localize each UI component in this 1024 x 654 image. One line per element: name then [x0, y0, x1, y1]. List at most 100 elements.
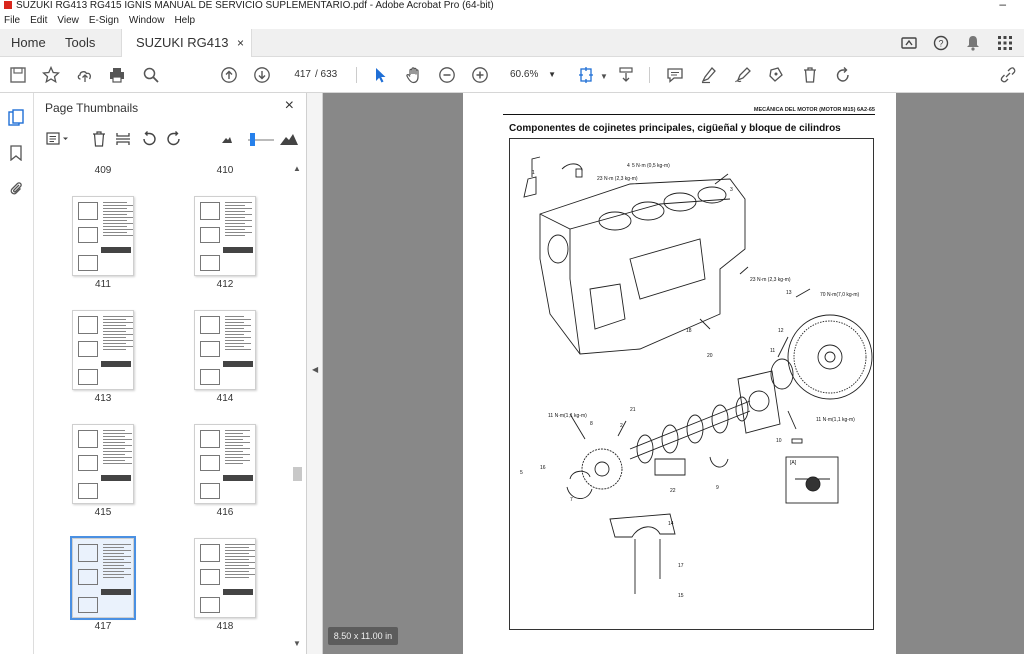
main-toolbar: 417 / 633 60.6% ▼ ▼: [0, 57, 1024, 93]
previous-page-icon[interactable]: [219, 65, 239, 85]
thumbnail-list[interactable]: 409 410 411 412 413 414 415 416 417 418: [35, 163, 291, 653]
page-thumbnail[interactable]: [72, 424, 134, 504]
apps-grid-icon[interactable]: [996, 34, 1014, 52]
print-icon[interactable]: [107, 65, 127, 85]
page-thumbnail[interactable]: [72, 196, 134, 276]
thumbnail-figure: [78, 341, 98, 357]
thumbnail-text-line: [225, 346, 244, 347]
thumbnail-text-line: [103, 205, 133, 206]
save-icon[interactable]: [8, 65, 28, 85]
scrollbar-thumb[interactable]: [293, 467, 302, 481]
panel-splitter[interactable]: ◀: [307, 93, 323, 654]
delete-pages-icon[interactable]: [90, 130, 108, 148]
thumbnail-text-line: [103, 229, 133, 230]
page-thumbnail[interactable]: [70, 536, 136, 620]
scroll-mode-icon[interactable]: [616, 65, 636, 85]
page-thumbnail[interactable]: [194, 424, 256, 504]
page-thumbnail[interactable]: [194, 538, 256, 618]
scroll-up-arrow-icon[interactable]: ▲: [293, 164, 301, 173]
thumbnail-text-line: [225, 556, 255, 557]
next-page-icon[interactable]: [252, 65, 272, 85]
thumbnail-text-line: [103, 553, 124, 554]
help-icon[interactable]: ?: [932, 34, 950, 52]
page-fit-chevron-icon[interactable]: ▼: [594, 66, 614, 86]
thumbnail-options-icon[interactable]: [45, 130, 71, 148]
rotate-icon[interactable]: [833, 65, 853, 85]
zoom-out-thumbnails-icon[interactable]: [218, 130, 236, 148]
menu-view[interactable]: View: [57, 15, 79, 26]
collapse-panel-arrow-icon[interactable]: ◀: [312, 365, 318, 374]
thumbnail-page-number: 415: [94, 507, 112, 518]
stamp-icon[interactable]: [766, 65, 786, 85]
callout-5: 23 N·m (2,3 kg-m): [750, 277, 791, 283]
sign-pen-icon[interactable]: [733, 65, 753, 85]
bookmark-star-icon[interactable]: [41, 65, 61, 85]
attachments-paperclip-icon[interactable]: [7, 179, 25, 197]
zoom-in-icon[interactable]: [470, 65, 490, 85]
page-fit-icon[interactable]: [576, 65, 596, 85]
svg-text:?: ?: [938, 39, 943, 49]
tab-bar: Home Tools SUZUKI RG413 RG... × ?: [0, 29, 1024, 78]
minimize-button[interactable]: –: [999, 0, 1006, 10]
page-thumbnail[interactable]: [194, 310, 256, 390]
callout-20: 17: [678, 563, 684, 569]
rotate-left-icon[interactable]: [140, 130, 158, 148]
thumbnail-text-line: [103, 340, 133, 341]
thumbnail-text-line: [103, 442, 125, 443]
thumbnail-text-line: [225, 337, 251, 338]
thumbnail-figure: [200, 597, 220, 613]
highlight-pen-icon[interactable]: [699, 65, 719, 85]
thumbnail-text-line: [103, 334, 133, 335]
share-screen-icon[interactable]: [900, 34, 918, 52]
delete-trash-icon[interactable]: [800, 65, 820, 85]
zoom-out-icon[interactable]: [437, 65, 457, 85]
upload-cloud-icon[interactable]: [75, 65, 95, 85]
notification-bell-icon[interactable]: [964, 34, 982, 52]
thumbnail-text-line: [225, 565, 249, 566]
callout-11: 11: [770, 348, 775, 354]
thumbnail-size-slider-knob[interactable]: [250, 133, 255, 146]
thumbnail-text-line: [225, 232, 252, 233]
thumbnail-text-line: [103, 211, 133, 212]
thumbnail-size-slider[interactable]: [248, 133, 274, 146]
zoom-level-dropdown[interactable]: 60.6% ▼: [506, 66, 558, 84]
insert-pages-icon[interactable]: [114, 130, 132, 148]
bookmarks-icon[interactable]: [7, 144, 25, 162]
tab-close-icon[interactable]: ×: [237, 29, 244, 57]
panel-title: Page Thumbnails: [45, 101, 139, 115]
thumbnail-page-number: 414: [216, 393, 234, 404]
thumbnail-text-line: [225, 463, 243, 464]
thumbnail-text-line: [103, 463, 132, 464]
zoom-search-icon[interactable]: [141, 65, 161, 85]
thumbnail-figure: [78, 569, 98, 585]
thumbnail-text-line: [225, 574, 255, 575]
thumbnail-table: [101, 361, 131, 367]
callout-22: 16: [540, 465, 546, 471]
thumbnail-scrollbar[interactable]: ▲ ▼: [291, 162, 303, 650]
comment-icon[interactable]: [665, 65, 685, 85]
thumbnail-text-line: [103, 322, 133, 323]
link-tool-icon[interactable]: [998, 65, 1018, 85]
tab-tools[interactable]: Tools: [65, 29, 95, 57]
panel-close-icon[interactable]: ×: [285, 97, 294, 115]
page-thumbnail[interactable]: [194, 196, 256, 276]
scroll-down-arrow-icon[interactable]: ▼: [293, 639, 301, 648]
thumbnail-table: [101, 247, 131, 253]
thumbnail-text-line: [225, 577, 249, 578]
menu-file[interactable]: File: [4, 15, 20, 26]
menu-help[interactable]: Help: [174, 15, 195, 26]
menu-esign[interactable]: E-Sign: [89, 15, 119, 26]
tab-document[interactable]: SUZUKI RG413 RG... ×: [121, 29, 252, 78]
page-thumbnails-icon[interactable]: [7, 109, 25, 127]
page-number-input[interactable]: 417: [285, 66, 311, 84]
zoom-in-thumbnails-icon[interactable]: [278, 130, 300, 148]
menu-window[interactable]: Window: [129, 15, 165, 26]
page-thumbnail[interactable]: [72, 310, 134, 390]
select-cursor-icon[interactable]: [370, 65, 390, 85]
menu-edit[interactable]: Edit: [30, 15, 47, 26]
thumbnail-text-line: [103, 577, 124, 578]
tab-home[interactable]: Home: [11, 29, 46, 57]
document-viewport[interactable]: MECÁNICA DEL MOTOR (MOTOR M15) 6A2-65 Co…: [323, 93, 1024, 654]
rotate-right-icon[interactable]: [165, 130, 183, 148]
hand-tool-icon[interactable]: [404, 65, 424, 85]
